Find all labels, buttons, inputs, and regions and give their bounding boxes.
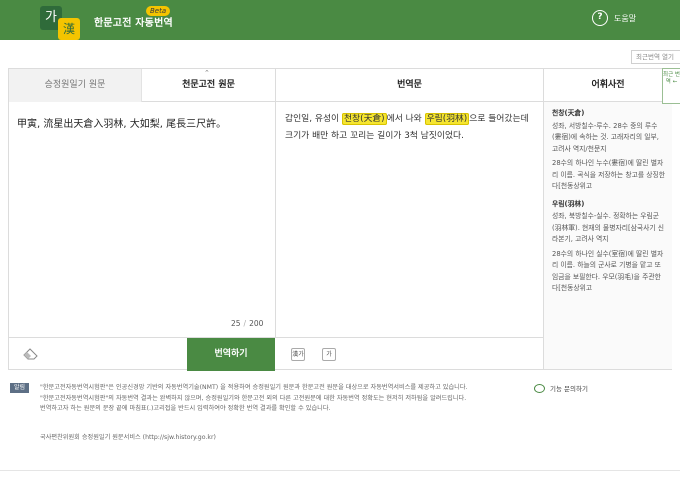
tab-seungjeongwon[interactable]: 승정원일기 원문 — [9, 69, 142, 102]
char-count-value: 25 — [231, 319, 241, 328]
service-link[interactable]: 국사편찬위원회 승정원일기 원문서비스 (http://sjw.history.… — [40, 432, 216, 441]
dictionary-body[interactable]: 천창(天倉) 성좌, 서방칠수-루수. 28수 중의 루수(婁宿)에 속하는 것… — [544, 102, 672, 295]
tab-classics[interactable]: ⌃ 천문고전 원문 — [142, 69, 275, 102]
dict-definition: 28수의 하나인 누수(婁宿)에 딸린 별자리 이름. 곡식을 저장하는 창고를… — [552, 159, 666, 190]
dict-term: 우림(羽林) — [552, 199, 585, 208]
char-count-max: 200 — [249, 319, 264, 328]
app-title: 한문고전 자동번역 — [94, 18, 173, 29]
highlight-term-cheonchang[interactable]: 천창(天倉) — [341, 113, 387, 125]
dictionary-title: 어휘사전 — [544, 69, 672, 102]
faq-button[interactable]: 기능 문의하기 — [534, 383, 588, 393]
dict-definition: 성좌, 서방칠수-루수. 28수 중의 루수(婁宿)에 속하는 것. 고래자리의… — [552, 121, 659, 153]
notice-line: "한문고전자동번역시험판"의 자동번역 결과는 완벽하지 않으며, 승정원일기와… — [40, 394, 467, 402]
notice-line: "한문고전자동번역시험판"은 인공신경망 기반의 자동번역기술(NMT) 을 적… — [40, 384, 468, 391]
help-button[interactable]: ? 도움말 — [592, 10, 636, 26]
translation-part-2: 에서 나와 — [386, 114, 425, 124]
char-count-sep: / — [243, 319, 247, 328]
char-counter: 25/200 — [231, 319, 263, 328]
translation-output: 갑인일, 유성이 천창(天倉) 에서 나와 우림(羽林) 으로 들어갔는데 크기가 … — [285, 111, 537, 145]
tab-bar: 승정원일기 원문 ⌃ 천문고전 원문 번역문 — [9, 69, 543, 102]
source-text-input[interactable]: 甲寅, 流星出天倉入羽林, 大如梨, 尾長三尺許。 — [17, 117, 269, 133]
hangul-toggle-button[interactable]: 가 — [322, 348, 336, 361]
faq-label: 기능 문의하기 — [550, 385, 588, 393]
recent-translations-tab[interactable]: 최근번역 열기 — [631, 50, 680, 64]
eraser-icon[interactable] — [23, 348, 39, 360]
help-icon: ? — [592, 10, 608, 26]
chevron-up-icon: ⌃ — [204, 69, 210, 77]
column-divider — [275, 102, 276, 337]
action-bar: 번역하기 漢가 가 — [9, 337, 543, 371]
dict-definition: 28수의 하나인 실수(室宿)에 딸린 별자리 이름. 하늘의 군사로 기병을 … — [552, 249, 664, 293]
beta-badge: Beta — [146, 6, 171, 16]
logo-tile-han: 漢 — [58, 18, 80, 40]
footer-divider — [0, 470, 680, 471]
translation-header: 번역문 — [275, 69, 543, 102]
hanja-toggle-button[interactable]: 漢가 — [291, 348, 305, 361]
app-logo[interactable]: 가 漢 — [40, 6, 82, 40]
tab-classics-label: 천문고전 원문 — [182, 80, 235, 90]
highlight-term-urim[interactable]: 우림(羽林) — [424, 113, 470, 125]
notice-text: "한문고전자동번역시험판"은 인공신경망 기반의 자동번역기술(NMT) 을 적… — [40, 383, 540, 415]
chat-icon — [534, 383, 545, 393]
dictionary-panel: 어휘사전 천창(天倉) 성좌, 서방칠수-루수. 28수 중의 루수(婁宿)에 … — [543, 69, 672, 369]
app-header: 가 漢 한문고전 자동번역 Beta ? 도움말 — [0, 0, 680, 40]
help-label: 도움말 — [614, 13, 637, 23]
notice-badge: 알림 — [10, 383, 30, 393]
translator-panel: 승정원일기 원문 ⌃ 천문고전 원문 번역문 甲寅, 流星出天倉入羽林, 大如梨… — [8, 68, 672, 371]
translate-button[interactable]: 번역하기 — [187, 338, 275, 371]
translation-part-1: 갑인일, 유성이 — [285, 114, 342, 124]
recent-side-tab[interactable]: 최근 번역 ← — [662, 68, 680, 104]
dict-definition: 성좌, 북방칠수-실수. 정확하는 우림군(羽林軍). 현재의 물병자리[삼국사… — [552, 212, 665, 243]
dict-term: 천창(天倉) — [552, 109, 585, 117]
notice-line: 번역하고자 하는 원문의 문장 끝에 마침표(.)고리접을 반드시 입력하여야 … — [40, 405, 331, 412]
